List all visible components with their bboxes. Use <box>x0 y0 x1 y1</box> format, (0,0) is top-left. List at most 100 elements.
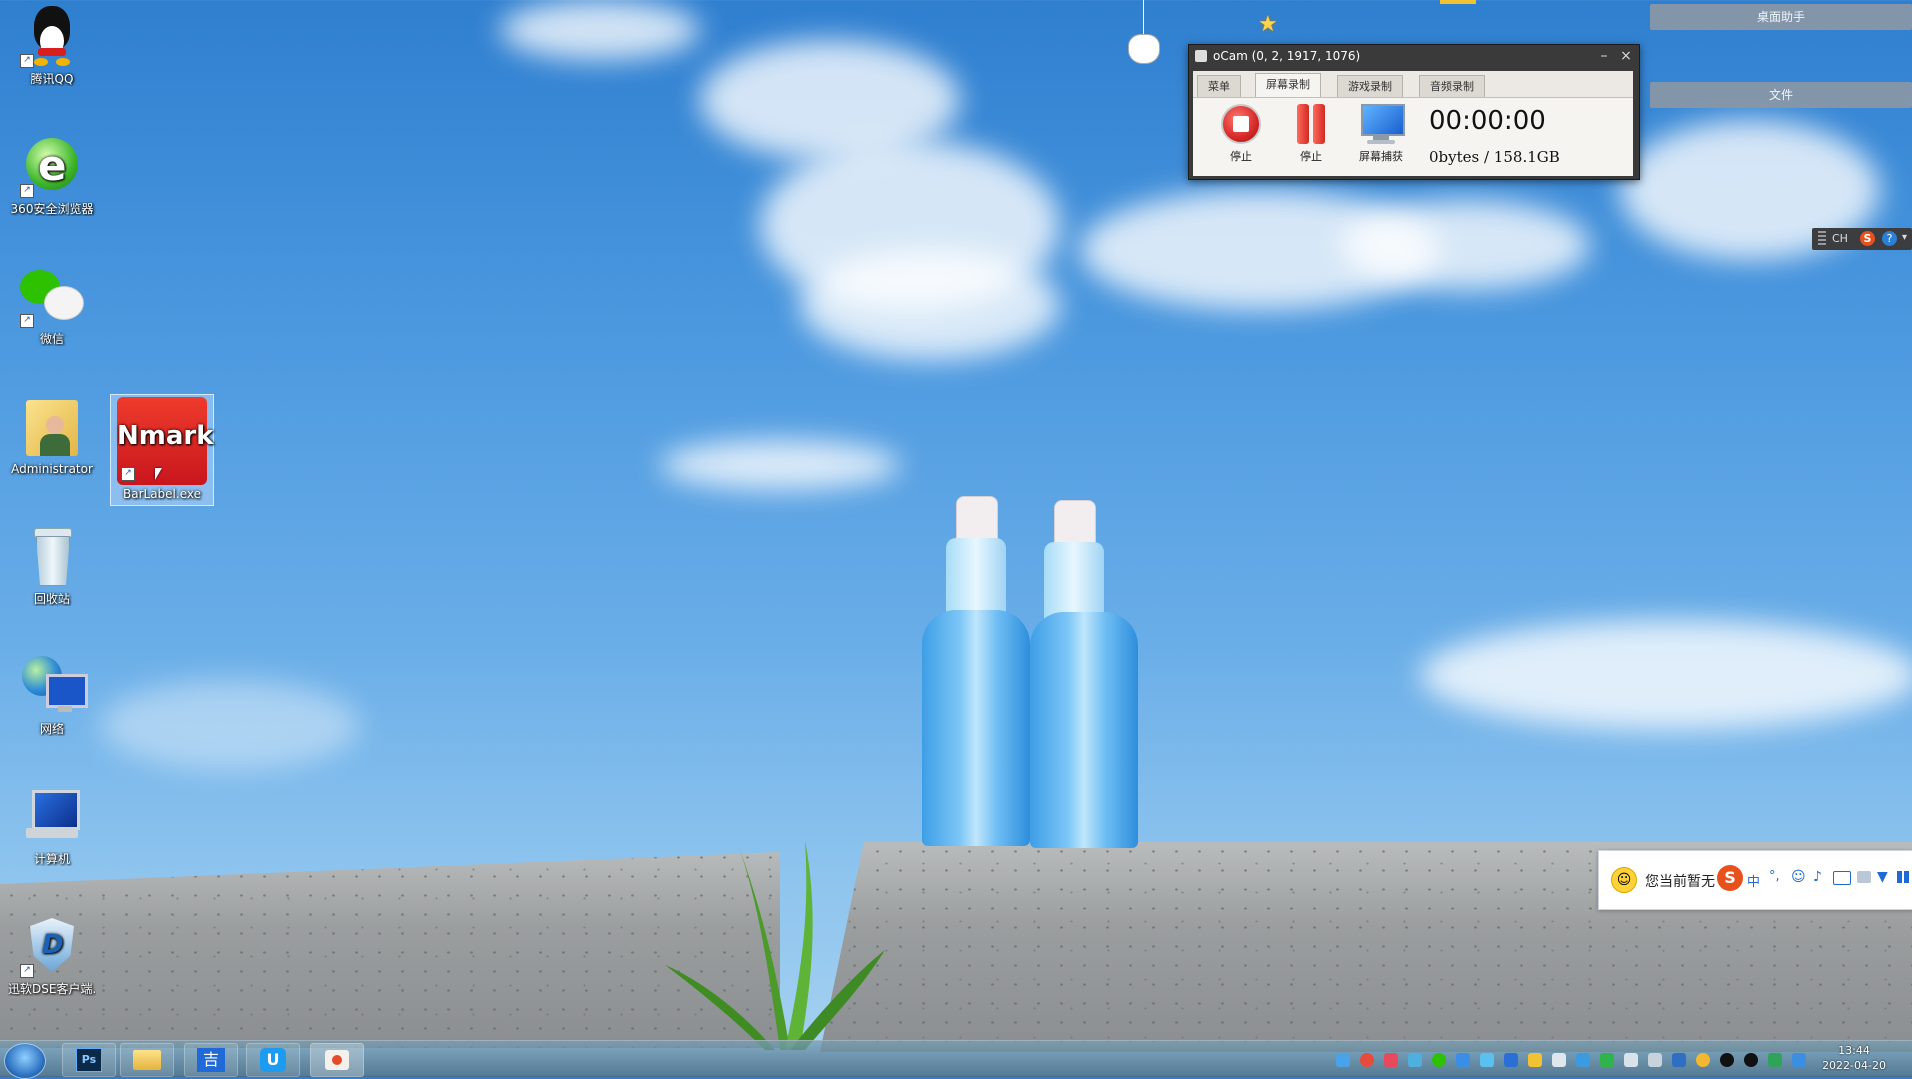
shortcut-arrow-icon: ↗ <box>20 964 34 978</box>
recycle-bin-icon <box>20 524 84 588</box>
tray-heart-icon[interactable] <box>1384 1053 1398 1067</box>
clock-time: 13:44 <box>1838 1044 1870 1057</box>
tab-screen-recording[interactable]: 屏幕录制 <box>1255 73 1321 98</box>
ime-toolbar[interactable]: CH S ? ▾ <box>1812 228 1912 250</box>
taskbar-clock[interactable]: 13:44 2022-04-20 <box>1822 1043 1886 1073</box>
desktop-assistant-title[interactable]: 桌面助手 <box>1650 4 1912 30</box>
qq-penguin-icon: ↗ <box>20 4 84 68</box>
tray-qq-browser-icon[interactable] <box>1408 1053 1422 1067</box>
cloud <box>500 0 700 60</box>
tray-shield-icon[interactable] <box>1600 1053 1614 1067</box>
desktop-icon-label: 回收站 <box>33 592 70 606</box>
taskbar-app-recorder[interactable] <box>310 1043 364 1077</box>
desktop-icon-recycle-bin[interactable]: 回收站 <box>8 524 96 606</box>
tray-update-icon[interactable] <box>1696 1053 1710 1067</box>
tray-chat-icon[interactable] <box>1336 1053 1350 1067</box>
emoji-icon[interactable]: ☺ <box>1791 869 1806 885</box>
bottle-cap <box>956 496 998 542</box>
desktop-icon-360-browser[interactable]: e ↗ 360安全浏览器 <box>8 134 96 216</box>
desktop-icon-qq[interactable]: ↗ 腾讯QQ <box>8 4 96 86</box>
shortcut-arrow-icon: ↗ <box>121 467 135 481</box>
chevron-down-icon[interactable]: ▾ <box>1902 232 1907 243</box>
start-button[interactable] <box>4 1043 46 1079</box>
pause-button[interactable]: 停止 <box>1281 102 1341 164</box>
tray-wechat-icon[interactable] <box>1432 1053 1446 1067</box>
tray-network-icon[interactable] <box>1624 1053 1638 1067</box>
tray-folder-icon[interactable] <box>1528 1053 1542 1067</box>
bottle <box>1030 612 1138 848</box>
desktop-icon-computer[interactable]: 计算机 <box>8 784 96 866</box>
user-folder-icon <box>20 394 84 458</box>
tray-cloud-icon[interactable] <box>1480 1053 1494 1067</box>
tray-app-icon[interactable] <box>1504 1053 1518 1067</box>
punctuation-icon[interactable]: °, <box>1769 869 1780 884</box>
ocam-tabs: 菜单 屏幕录制 游戏录制 音频录制 <box>1193 71 1633 98</box>
desktop-icon-label: Administrator <box>11 462 93 476</box>
shortcut-arrow-icon: ↗ <box>20 184 34 198</box>
cloud <box>1340 200 1590 290</box>
minimize-icon[interactable]: – <box>1595 45 1613 67</box>
ime-language-label[interactable]: CH <box>1832 232 1848 245</box>
tab-menu[interactable]: 菜单 <box>1197 75 1241 97</box>
screen-capture-button[interactable]: 屏幕捕获 <box>1351 102 1411 164</box>
wechat-icon: ↗ <box>20 264 84 328</box>
sogou-logo-icon[interactable]: S <box>1717 865 1743 891</box>
cloud <box>1420 620 1912 730</box>
desktop-icon-dse-client[interactable]: D ↗ 迅软DSE客户端... <box>8 914 96 996</box>
taskbar-app-file-explorer[interactable] <box>120 1043 174 1077</box>
tab-audio-recording[interactable]: 音频录制 <box>1419 75 1485 97</box>
tray-qq-icon[interactable] <box>1720 1053 1734 1067</box>
desktop-assistant-files[interactable]: 文件 <box>1650 82 1912 108</box>
desktop-icon-network[interactable]: 网络 <box>8 654 96 736</box>
toolbox-icon[interactable] <box>1857 871 1871 883</box>
tray-arrow-icon[interactable] <box>1792 1053 1806 1067</box>
tray-sync-icon[interactable] <box>1576 1053 1590 1067</box>
notification-fragment <box>1440 0 1476 4</box>
desktop-icon-label: 网络 <box>39 722 64 736</box>
bottle-cap <box>1054 500 1096 546</box>
ocam-toolbar: 停止 停止 屏幕捕获 00:00:00 0bytes / 158.1GB <box>1193 97 1633 176</box>
ocam-app-icon <box>1195 50 1207 62</box>
grid-icon[interactable] <box>1897 871 1909 883</box>
tray-volume-icon[interactable] <box>1552 1053 1566 1067</box>
help-icon[interactable]: ? <box>1882 231 1897 246</box>
stop-button[interactable]: 停止 <box>1211 102 1271 164</box>
star-icon: ★ <box>1258 12 1278 37</box>
desktop-icon-label: BarLabel.exe <box>123 487 201 501</box>
taskbar-app-photoshop[interactable]: Ps <box>62 1043 116 1077</box>
desktop-icon-label: 微信 <box>39 332 64 346</box>
tray-arrow-icon[interactable] <box>1768 1053 1782 1067</box>
ime-status-panel[interactable]: ☺ 您当前暂无 S 中 °, ☺ ♪ ▼ <box>1598 850 1912 910</box>
ocam-titlebar[interactable]: oCam (0, 2, 1917, 1076) – × <box>1189 45 1639 67</box>
desktop-icon-barlabel[interactable]: Nmark ↗ BarLabel.exe <box>110 394 214 506</box>
desktop-icon-label: 迅软DSE客户端... <box>8 982 96 996</box>
keyboard-icon[interactable] <box>1833 871 1851 885</box>
grass-blades <box>665 840 885 1050</box>
tray-display-icon[interactable] <box>1648 1053 1662 1067</box>
monitor-icon <box>1359 102 1405 146</box>
tray-monitor-icon[interactable] <box>1456 1053 1470 1067</box>
desktop-icon-wechat[interactable]: ↗ 微信 <box>8 264 96 346</box>
pause-label: 停止 <box>1300 150 1322 163</box>
recorder-icon <box>325 1050 349 1070</box>
folder-icon <box>133 1050 161 1070</box>
network-icon <box>20 654 88 718</box>
computer-icon <box>20 784 84 848</box>
shortcut-arrow-icon: ↗ <box>20 314 34 328</box>
ime-mode-indicator[interactable]: 中 <box>1747 871 1760 890</box>
tab-game-recording[interactable]: 游戏录制 <box>1337 75 1403 97</box>
close-icon[interactable]: × <box>1617 45 1635 67</box>
ocam-window[interactable]: oCam (0, 2, 1917, 1076) – × 菜单 屏幕录制 游戏录制… <box>1188 44 1640 180</box>
desktop-icon-administrator[interactable]: Administrator <box>8 394 96 476</box>
taskbar-app-u[interactable]: U <box>246 1043 300 1077</box>
tray-record-icon[interactable] <box>1360 1053 1374 1067</box>
skin-icon[interactable]: ▼ <box>1877 869 1888 885</box>
taskbar-app-blue[interactable]: 吉 <box>184 1043 238 1077</box>
drag-handle-icon[interactable] <box>1818 231 1826 245</box>
sogou-logo-icon[interactable]: S <box>1860 231 1875 246</box>
tray-security-icon[interactable] <box>1672 1053 1686 1067</box>
microphone-icon[interactable]: ♪ <box>1813 869 1822 885</box>
tray-qq-icon[interactable] <box>1744 1053 1758 1067</box>
recording-timer: 00:00:00 <box>1429 106 1546 136</box>
app-u-icon: U <box>260 1048 286 1072</box>
